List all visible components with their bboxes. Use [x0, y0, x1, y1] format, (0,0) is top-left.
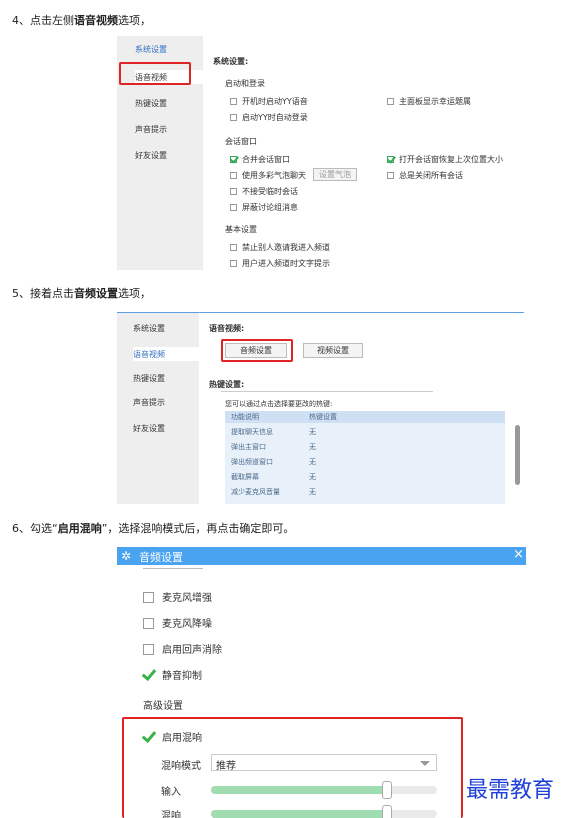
close-icon[interactable]: ×	[513, 547, 524, 562]
step-6-text: 6、勾选“启用混响”，选择混响模式后，再点击确定即可。	[12, 522, 295, 535]
highlight-box	[119, 62, 191, 85]
nav-item-friends[interactable]: 好友设置	[135, 150, 167, 161]
nav-item-voice-video[interactable]: 语音视频	[133, 347, 199, 361]
checkbox-checked-icon	[143, 670, 154, 681]
session-title: 会话窗口	[225, 137, 257, 146]
reverb-mode-select[interactable]: 推荐	[211, 754, 437, 772]
section-title: 语音视频:	[209, 324, 245, 333]
bubble-settings-button[interactable]: 设置气泡	[313, 168, 357, 181]
reverb-mode-label: 混响模式	[161, 761, 201, 772]
reverb-slider[interactable]	[211, 805, 437, 818]
checkbox-checked-icon	[143, 732, 154, 743]
checkbox-icon	[387, 172, 394, 179]
table-row[interactable]: 减少麦克风音量无	[225, 486, 505, 498]
checkbox-icon	[230, 98, 237, 105]
table-row[interactable]: 截取屏幕无	[225, 471, 505, 483]
nav-item-system[interactable]: 系统设置	[135, 44, 167, 55]
scrollbar[interactable]	[515, 425, 520, 485]
input-slider[interactable]	[211, 781, 437, 799]
dialog-title: 音频设置	[139, 551, 183, 564]
checkbox-icon	[387, 98, 394, 105]
nav-item-friends[interactable]: 好友设置	[133, 423, 165, 434]
checkbox-mic-noise[interactable]: 麦克风降噪	[143, 615, 212, 630]
checkbox-icon	[143, 644, 154, 655]
video-settings-button[interactable]: 视频设置	[303, 343, 363, 358]
nav-item-system[interactable]: 系统设置	[133, 323, 165, 334]
slider-handle[interactable]	[382, 781, 393, 799]
checkbox-checked-icon	[230, 156, 237, 163]
cut-off-heading	[143, 565, 203, 569]
checkbox-merge-session[interactable]: 合并会话窗口	[230, 154, 290, 165]
settings-nav	[117, 313, 199, 504]
audio-settings-dialog: ✲ 音频设置 × 麦克风增强 麦克风降噪 启用回声消除 静音抑制 高级设置 启用…	[117, 547, 526, 818]
hotkey-hint: 您可以通过点击选择要更改的热键:	[225, 400, 333, 408]
checkbox-show-lucky[interactable]: 主面板显示幸运题属	[387, 96, 471, 107]
checkbox-enable-reverb[interactable]: 启用混响	[143, 729, 202, 744]
checkbox-bubble-chat[interactable]: 使用多彩气泡聊天	[230, 170, 306, 181]
table-row[interactable]: 弹出频道窗口无	[225, 456, 505, 468]
nav-item-hotkeys[interactable]: 热键设置	[133, 373, 165, 384]
checkbox-icon	[230, 114, 237, 121]
basic-title: 基本设置	[225, 225, 257, 234]
section-title: 系统设置:	[213, 57, 249, 66]
step-5-text: 5、接着点击音频设置选项，	[12, 287, 151, 300]
checkbox-icon	[143, 592, 154, 603]
checkbox-silence-suppress[interactable]: 静音抑制	[143, 667, 202, 682]
checkbox-restore-window[interactable]: 打开会话窗恢复上次位置大小	[387, 154, 503, 165]
checkbox-icon	[230, 260, 237, 267]
hotkey-table: 功能说明 热键设置 提取聊天信息无 弹出主窗口无 弹出频道窗口无 截取屏幕无 减少…	[225, 411, 505, 504]
slider-fill	[211, 786, 388, 794]
nav-item-hotkeys[interactable]: 热键设置	[135, 98, 167, 109]
divider	[221, 391, 433, 392]
checkbox-no-invite[interactable]: 禁止别人邀请我进入频道	[230, 242, 330, 253]
table-header: 功能说明 热键设置	[225, 411, 505, 423]
checkbox-icon	[230, 244, 237, 251]
highlight-box	[221, 339, 293, 362]
checkbox-block-discussion[interactable]: 屏蔽讨论组消息	[230, 202, 298, 213]
checkbox-checked-icon	[387, 156, 394, 163]
gear-icon: ✲	[121, 549, 132, 563]
checkbox-autostart[interactable]: 开机时启动YY语音	[230, 96, 308, 107]
checkbox-no-temp-session[interactable]: 不接受临时会话	[230, 186, 298, 197]
chevron-down-icon	[420, 761, 430, 766]
checkbox-autologin[interactable]: 启动YY时自动登录	[230, 112, 308, 123]
advanced-title: 高级设置	[143, 701, 183, 712]
checkbox-icon	[143, 618, 154, 629]
checkbox-icon	[230, 204, 237, 211]
watermark: 最需教育	[466, 778, 555, 803]
checkbox-close-all[interactable]: 总是关闭所有会话	[387, 170, 463, 181]
hotkey-title: 热键设置:	[209, 380, 245, 389]
checkbox-icon	[230, 188, 237, 195]
checkbox-mic-boost[interactable]: 麦克风增强	[143, 589, 212, 604]
checkbox-icon	[230, 172, 237, 179]
nav-item-sound[interactable]: 声音提示	[133, 397, 165, 408]
reverb-label: 混响	[161, 811, 181, 818]
slider-handle[interactable]	[382, 805, 393, 818]
slider-fill	[211, 810, 388, 818]
dialog-title-bar: ✲ 音频设置 ×	[117, 547, 526, 565]
startup-title: 启动和登录	[225, 79, 265, 88]
input-label: 输入	[161, 787, 181, 798]
system-settings-screenshot: 系统设置 语音视频 热键设置 声音提示 好友设置 系统设置: 启动和登录 开机时…	[117, 36, 532, 270]
table-row[interactable]: 弹出主窗口无	[225, 441, 505, 453]
step-4-text: 4、点击左侧语音视频选项，	[12, 14, 151, 27]
table-row[interactable]: 提取聊天信息无	[225, 426, 505, 438]
reverb-mode-value: 推荐	[216, 761, 236, 772]
checkbox-echo-cancel[interactable]: 启用回声消除	[143, 641, 222, 656]
checkbox-join-notice[interactable]: 用户进入频道时文字提示	[230, 258, 330, 269]
nav-item-sound[interactable]: 声音提示	[135, 124, 167, 135]
voice-video-screenshot: 系统设置 语音视频 热键设置 声音提示 好友设置 语音视频: 音频设置 视频设置…	[117, 312, 524, 504]
